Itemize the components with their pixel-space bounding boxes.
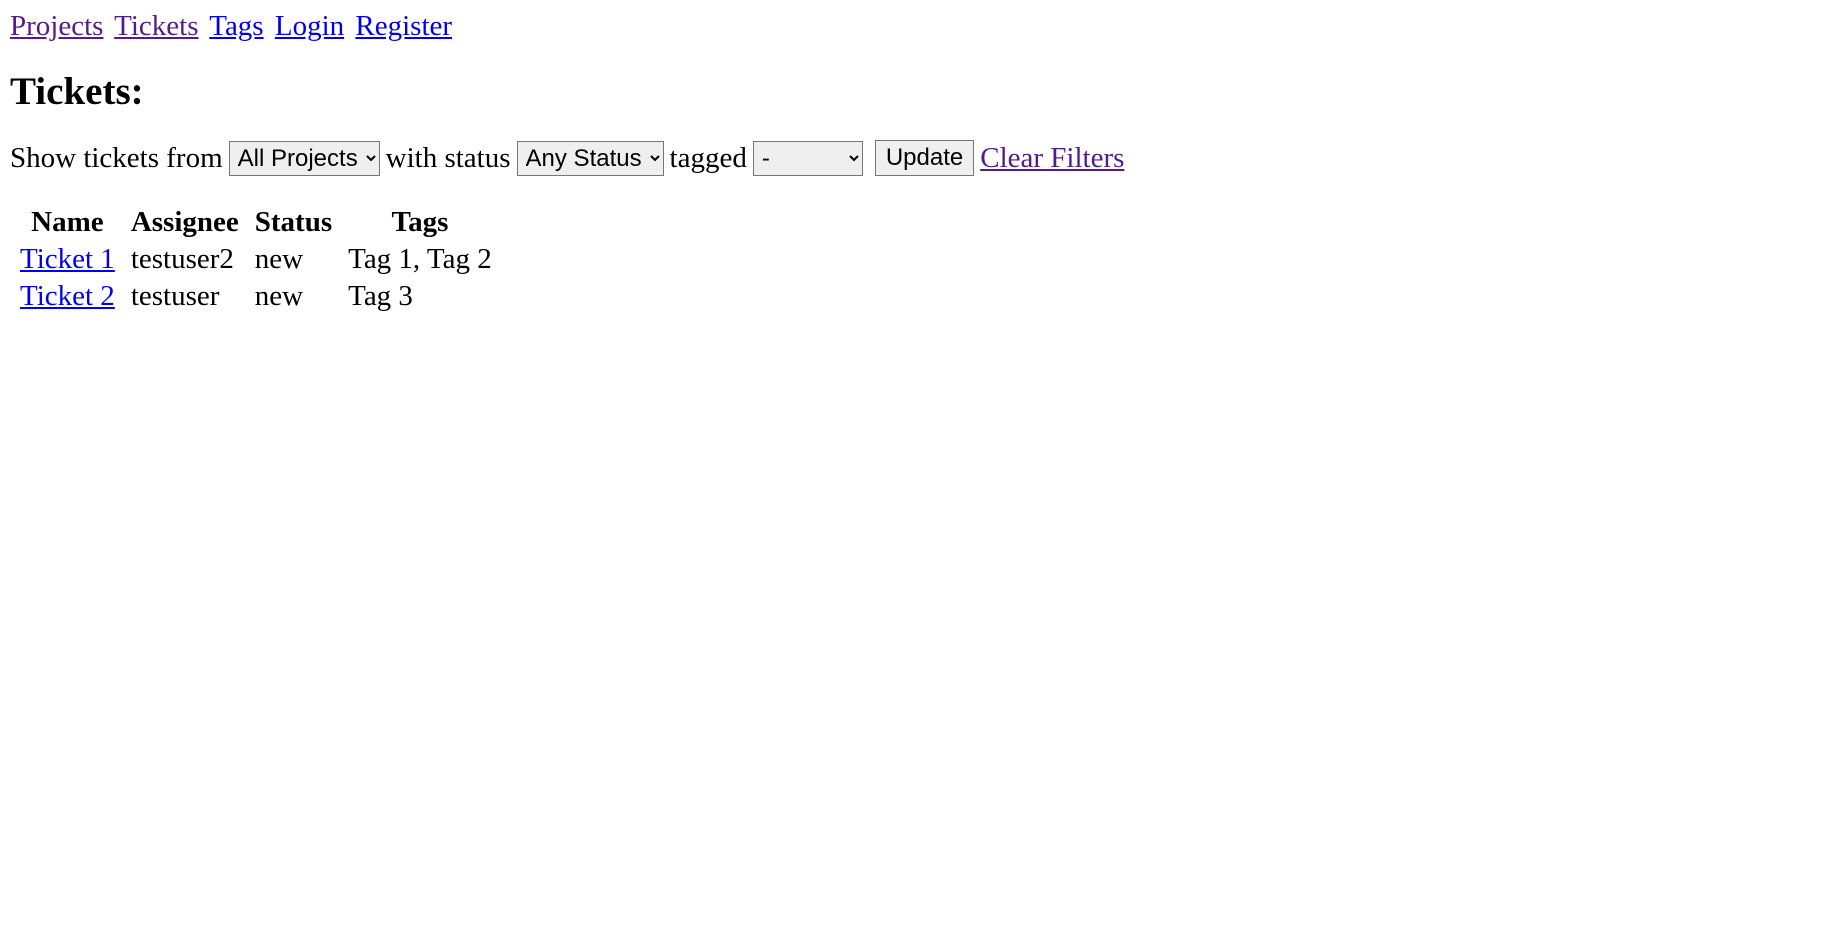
top-nav: Projects Tickets Tags Login Register [10,10,1814,43]
ticket-assignee: testuser2 [125,241,245,278]
ticket-tags: Tag 3 [342,278,498,315]
nav-register-link[interactable]: Register [355,10,452,42]
page-title: Tickets: [10,69,1814,114]
col-name: Name [14,204,121,241]
filter-form: Show tickets from All Projects with stat… [10,140,1814,176]
col-status: Status [249,204,338,241]
update-button[interactable]: Update [875,140,974,176]
ticket-assignee: testuser [125,278,245,315]
nav-tickets-link[interactable]: Tickets [114,10,198,42]
filter-text-tagged: tagged [670,142,747,175]
col-assignee: Assignee [125,204,245,241]
filter-text-with-status: with status [386,142,511,175]
nav-tags-link[interactable]: Tags [209,10,263,42]
clear-filters-link[interactable]: Clear Filters [980,142,1124,175]
ticket-status: new [249,241,338,278]
tag-select[interactable]: - [753,141,863,176]
col-tags: Tags [342,204,498,241]
tickets-table: Name Assignee Status Tags Ticket 1 testu… [10,204,502,315]
ticket-tags: Tag 1, Tag 2 [342,241,498,278]
ticket-link[interactable]: Ticket 1 [20,243,115,275]
ticket-status: new [249,278,338,315]
status-select[interactable]: Any Status [517,141,664,176]
project-select[interactable]: All Projects [229,141,380,176]
filter-text-show: Show tickets from [10,142,223,175]
table-row: Ticket 2 testuser new Tag 3 [14,278,498,315]
nav-login-link[interactable]: Login [275,10,344,42]
ticket-link[interactable]: Ticket 2 [20,280,115,312]
nav-projects-link[interactable]: Projects [10,10,103,42]
table-row: Ticket 1 testuser2 new Tag 1, Tag 2 [14,241,498,278]
table-header-row: Name Assignee Status Tags [14,204,498,241]
